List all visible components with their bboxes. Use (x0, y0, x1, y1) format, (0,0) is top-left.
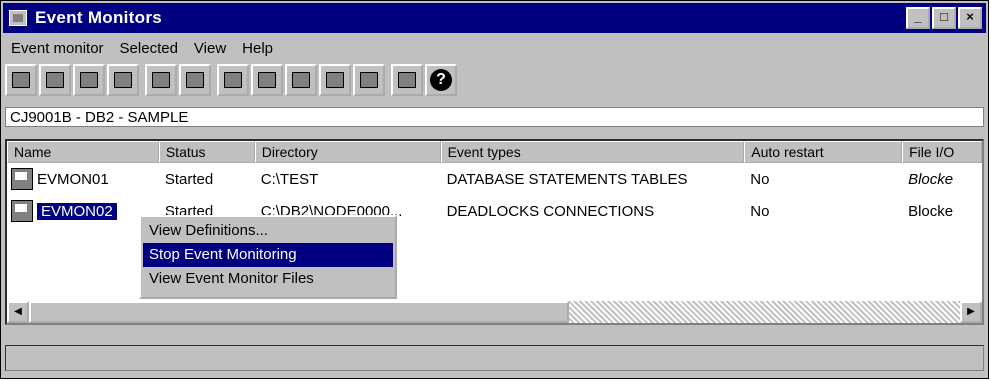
breadcrumb: CJ9001B - DB2 - SAMPLE (5, 107, 984, 127)
tool-settings-button[interactable] (391, 64, 423, 96)
close-button[interactable]: × (958, 7, 982, 29)
row-file-io: Blocke (908, 170, 954, 188)
list-icon (186, 72, 204, 88)
row-status: Started (164, 170, 214, 188)
tool-details-button[interactable] (145, 64, 177, 96)
menu-event-monitor[interactable]: Event monitor (3, 40, 112, 57)
column-header-file-io[interactable]: File I/O (902, 141, 982, 163)
event-monitor-icon (11, 168, 33, 190)
help-icon: ? (430, 69, 452, 91)
menu-bar: Event monitor Selected View Help (3, 35, 986, 61)
menu-selected[interactable]: Selected (112, 40, 186, 57)
window-controls: _ □ × (906, 7, 982, 29)
context-menu: View Definitions... Stop Event Monitorin… (139, 215, 397, 299)
scroll-right-button[interactable]: ▶ (960, 301, 982, 323)
tool-edit-button[interactable] (319, 64, 351, 96)
scroll-track[interactable] (29, 301, 960, 323)
row-name: EVMON02 (37, 202, 117, 220)
row-name: EVMON01 (37, 170, 109, 188)
column-header-auto-restart[interactable]: Auto restart (744, 141, 903, 163)
tool-columns-button[interactable] (353, 64, 385, 96)
tool-small-icons-button[interactable] (217, 64, 249, 96)
column-header-name[interactable]: Name (7, 141, 159, 163)
menu-item-view-event-monitor-files[interactable]: View Event Monitor Files (143, 267, 393, 291)
column-header-directory[interactable]: Directory (254, 141, 441, 163)
edit-icon (326, 72, 344, 88)
maximize-button[interactable]: □ (932, 7, 956, 29)
row-event-types: DATABASE STATEMENTS TABLES (446, 170, 688, 188)
horizontal-scrollbar[interactable]: ◀ ▶ (7, 301, 982, 323)
row-name-cell: EVMON02 (7, 200, 159, 222)
start-icon (80, 72, 98, 88)
table-row[interactable]: EVMON01 Started C:\TEST DATABASE STATEME… (7, 165, 982, 193)
small-icons-icon (224, 72, 242, 88)
settings-icon (398, 72, 416, 88)
window-title: Event Monitors (35, 8, 162, 27)
event-monitors-window: Event Monitors _ □ × Event monitor Selec… (0, 0, 989, 379)
column-header-event-types[interactable]: Event types (440, 141, 745, 163)
row-auto-restart: No (750, 170, 770, 188)
row-auto-restart: No (750, 202, 770, 220)
row-name-cell: EVMON01 (7, 168, 159, 190)
column-header-row: Name Status Directory Event types Auto r… (7, 141, 982, 163)
column-header-status[interactable]: Status (158, 141, 255, 163)
menu-item-stop-event-monitoring[interactable]: Stop Event Monitoring (143, 243, 393, 267)
menu-view[interactable]: View (186, 40, 234, 57)
details-icon (152, 72, 170, 88)
tool-open-button[interactable] (5, 64, 37, 96)
row-directory: C:\TEST (260, 170, 319, 188)
tool-list-button[interactable] (179, 64, 211, 96)
title-bar[interactable]: Event Monitors _ □ × (3, 3, 986, 33)
menu-item-view-definitions[interactable]: View Definitions... (143, 219, 393, 243)
row-file-io: Blocke (908, 202, 954, 220)
status-bar (5, 345, 984, 371)
menu-help[interactable]: Help (234, 40, 281, 57)
tool-stop-button[interactable] (107, 64, 139, 96)
tool-filter-button[interactable] (285, 64, 317, 96)
minimize-button[interactable]: _ (906, 7, 930, 29)
help-button[interactable]: ? (425, 64, 457, 96)
event-monitor-icon (11, 200, 33, 222)
filter-icon (292, 72, 310, 88)
scroll-thumb[interactable] (29, 301, 569, 323)
tool-start-button[interactable] (73, 64, 105, 96)
tool-create-button[interactable] (39, 64, 71, 96)
create-icon (46, 72, 64, 88)
tool-sort-button[interactable] (251, 64, 283, 96)
row-event-types: DEADLOCKS CONNECTIONS (446, 202, 655, 220)
sort-icon (258, 72, 276, 88)
stop-icon (114, 72, 132, 88)
event-monitor-app-icon (9, 10, 27, 26)
columns-icon (360, 72, 378, 88)
scroll-left-button[interactable]: ◀ (7, 301, 29, 323)
toolbar: ? (5, 63, 457, 97)
open-icon (12, 72, 30, 88)
